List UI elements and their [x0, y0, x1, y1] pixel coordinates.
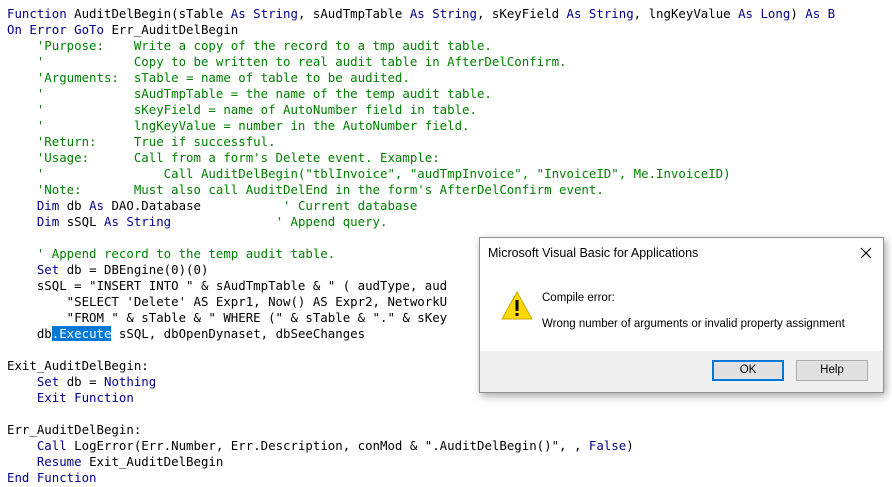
dialog-titlebar[interactable]: Microsoft Visual Basic for Applications — [480, 238, 883, 269]
code-token: As — [89, 198, 112, 213]
code-token: 'Arguments: sTable = name of table to be… — [7, 70, 410, 85]
code-token: "FROM " & sTable & " WHERE (" & sTable &… — [7, 310, 448, 325]
code-line[interactable]: ' sAudTmpTable = the name of the temp au… — [7, 86, 892, 102]
code-line[interactable]: Call LogError(Err.Number, Err.Descriptio… — [7, 438, 892, 454]
dialog-title: Microsoft Visual Basic for Applications — [488, 246, 699, 260]
code-token: db = DBEngine(0)(0) — [66, 262, 209, 277]
code-token: db — [7, 326, 52, 341]
code-token: Nothing — [104, 374, 157, 389]
code-line[interactable]: ' lngKeyValue = number in the AutoNumber… — [7, 118, 892, 134]
code-line[interactable]: 'Usage: Call from a form's Delete event.… — [7, 150, 892, 166]
code-token: ' sKeyField = name of AutoNumber field i… — [7, 102, 477, 117]
code-token: ' Call AuditDelBegin("tblInvoice", "audT… — [7, 166, 731, 181]
code-token: End Function — [7, 470, 97, 485]
code-token: 'Usage: Call from a form's Delete event.… — [7, 150, 440, 165]
code-line[interactable]: 'Purpose: Write a copy of the record to … — [7, 38, 892, 54]
code-token: ' lngKeyValue = number in the AutoNumber… — [7, 118, 470, 133]
code-line[interactable] — [7, 406, 892, 422]
code-token: ) — [626, 438, 634, 453]
code-token: Err_AuditDelBegin — [111, 22, 239, 37]
code-token: Set — [36, 374, 67, 389]
code-token: sSQL = "INSERT INTO " & sAudTmpTable & "… — [7, 278, 448, 293]
help-button[interactable]: Help — [796, 360, 868, 381]
code-token: sSQL, dbOpenDynaset, dbSeeChanges — [111, 326, 366, 341]
code-token: AuditDelBegin(sTable — [74, 6, 231, 21]
code-token: , sKeyField — [476, 6, 567, 21]
error-message: Wrong number of arguments or invalid pro… — [542, 318, 845, 330]
code-token: , lngKeyValue — [633, 6, 739, 21]
code-token: Function — [7, 6, 75, 21]
warning-icon — [501, 290, 533, 320]
code-line[interactable]: ' sKeyField = name of AutoNumber field i… — [7, 102, 892, 118]
code-token: db — [66, 198, 90, 213]
code-token: As String — [104, 214, 172, 229]
code-token: Exit_AuditDelBegin: — [7, 358, 149, 373]
code-token: Exit Function — [36, 390, 134, 405]
code-token: "SELECT 'Delete' AS Expr1, Now() AS Expr… — [7, 294, 448, 309]
code-line[interactable]: Function AuditDelBegin(sTable As String,… — [7, 6, 892, 22]
code-token: Call — [36, 438, 75, 453]
code-token: Dim — [36, 214, 67, 229]
dialog-footer: OK Help — [480, 351, 883, 392]
code-token: ' sAudTmpTable = the name of the temp au… — [7, 86, 492, 101]
code-line[interactable]: Dim sSQL As String ' Append query. — [7, 214, 892, 230]
code-token: 'Purpose: Write a copy of the record to … — [7, 38, 492, 53]
close-button[interactable] — [849, 238, 883, 268]
code-token: Exit_AuditDelBegin — [89, 454, 224, 469]
code-token: db = — [66, 374, 104, 389]
code-token: As String — [566, 6, 634, 21]
code-token: ' Current database — [283, 198, 418, 213]
code-token: Resume — [36, 454, 90, 469]
code-token: ' Copy to be written to real audit table… — [7, 54, 567, 69]
error-heading: Compile error: — [542, 292, 615, 304]
code-token: DAO.Database — [111, 198, 284, 213]
code-token: ' Append query. — [275, 214, 388, 229]
code-line[interactable]: End Function — [7, 470, 892, 486]
code-token: Dim — [36, 198, 67, 213]
ok-button[interactable]: OK — [712, 360, 784, 381]
code-line[interactable]: On Error GoTo Err_AuditDelBegin — [7, 22, 892, 38]
code-token: As String — [230, 6, 298, 21]
code-token: As Long — [738, 6, 791, 21]
code-line[interactable]: ' Copy to be written to real audit table… — [7, 54, 892, 70]
code-token: On Error GoTo — [7, 22, 112, 37]
code-line[interactable]: Dim db As DAO.Database ' Current databas… — [7, 198, 892, 214]
selected-text: .Execute — [51, 326, 112, 341]
dialog-content: Compile error: Wrong number of arguments… — [480, 269, 883, 351]
code-token: As B — [805, 6, 836, 21]
code-token: False — [588, 438, 627, 453]
code-line[interactable]: Resume Exit_AuditDelBegin — [7, 454, 892, 470]
code-line[interactable]: Err_AuditDelBegin: — [7, 422, 892, 438]
code-token: Err_AuditDelBegin: — [7, 422, 142, 437]
code-token: ) — [790, 6, 806, 21]
code-token: , sAudTmpTable — [297, 6, 410, 21]
code-line[interactable]: 'Return: True if successful. — [7, 134, 892, 150]
code-token: ' Append record to the temp audit table. — [7, 246, 336, 261]
code-token: Set — [36, 262, 67, 277]
code-line[interactable]: ' Call AuditDelBegin("tblInvoice", "audT… — [7, 166, 892, 182]
code-token: sSQL — [66, 214, 104, 229]
code-token: 'Return: True if successful. — [7, 134, 276, 149]
code-token: LogError(Err.Number, Err.Description, co… — [74, 438, 589, 453]
close-icon — [860, 247, 872, 259]
compile-error-dialog: Microsoft Visual Basic for Applications … — [479, 237, 884, 393]
code-line[interactable]: 'Note: Must also call AuditDelEnd in the… — [7, 182, 892, 198]
code-token: As String — [409, 6, 477, 21]
code-token: 'Note: Must also call AuditDelEnd in the… — [7, 182, 604, 197]
code-line[interactable]: 'Arguments: sTable = name of table to be… — [7, 70, 892, 86]
